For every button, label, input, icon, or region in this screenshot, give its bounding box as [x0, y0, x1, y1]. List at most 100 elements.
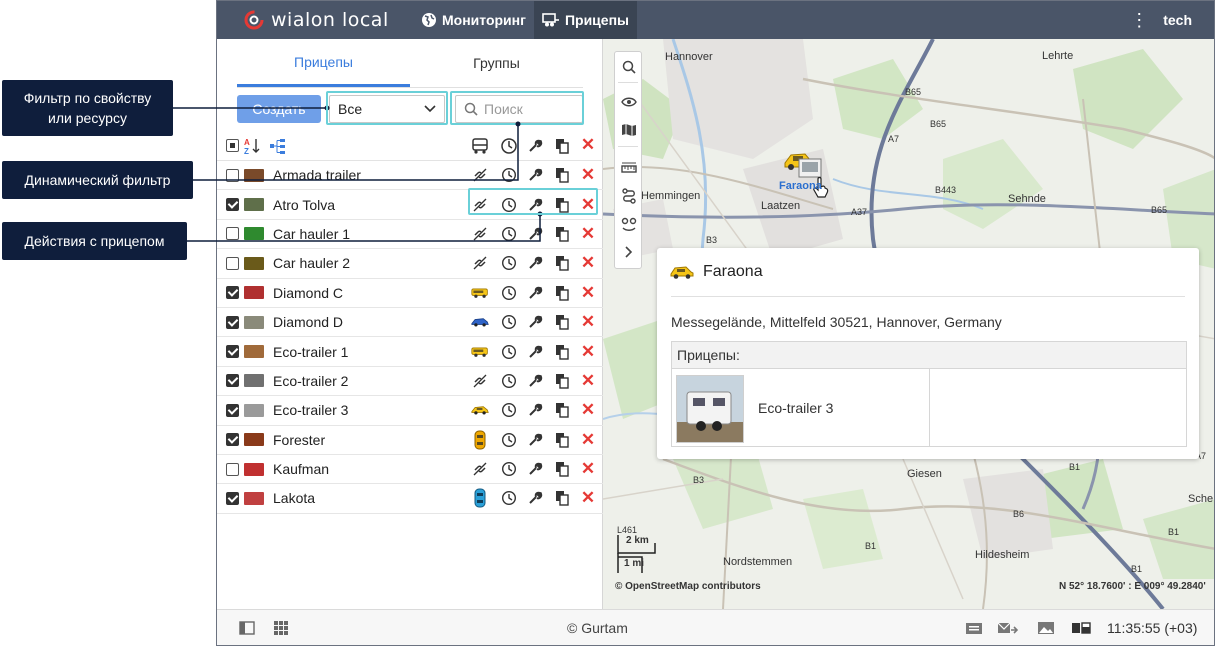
trailer-name[interactable]: Kaufman	[273, 461, 329, 477]
trailer-checkbox[interactable]	[226, 256, 239, 270]
trailer-checkbox[interactable]	[226, 374, 239, 388]
map-visibility-button[interactable]	[619, 92, 639, 112]
delete-icon[interactable]: ✕	[579, 195, 597, 214]
group-tree-icon[interactable]	[269, 137, 287, 155]
trailer-name[interactable]: Eco-trailer 1	[273, 344, 348, 360]
delete-icon[interactable]: ✕	[579, 459, 597, 478]
trailer-row[interactable]: Armada trailer ✕	[217, 161, 603, 191]
copy-icon[interactable]	[553, 401, 571, 419]
delete-icon[interactable]: ✕	[579, 371, 597, 390]
toggle-panel-icon[interactable]	[239, 620, 255, 636]
unit-column-icon[interactable]	[471, 137, 489, 155]
trailer-name[interactable]: Atro Tolva	[273, 197, 335, 213]
trailer-row[interactable]: Diamond C ✕	[217, 279, 603, 308]
settings-icon[interactable]	[526, 196, 544, 214]
trailer-checkbox[interactable]	[226, 315, 239, 329]
copy-icon[interactable]	[553, 166, 571, 184]
settings-icon[interactable]	[526, 401, 544, 419]
tab-trailers[interactable]: Прицепы	[237, 39, 410, 87]
history-icon[interactable]	[500, 284, 518, 302]
settings-icon[interactable]	[526, 166, 544, 184]
settings-icon[interactable]	[526, 225, 544, 243]
apps-grid-icon[interactable]	[273, 620, 289, 636]
search-input[interactable]	[484, 101, 580, 117]
delete-icon[interactable]: ✕	[579, 342, 597, 361]
tab-groups[interactable]: Группы	[410, 39, 583, 87]
nav-monitoring[interactable]: Мониторинг	[413, 1, 534, 39]
settings-icon[interactable]	[526, 489, 544, 507]
copy-icon[interactable]	[553, 489, 571, 507]
linked-unit-icon[interactable]	[471, 430, 489, 450]
messages-icon[interactable]	[997, 620, 1019, 636]
copy-icon[interactable]	[553, 196, 571, 214]
delete-icon[interactable]: ✕	[579, 283, 597, 302]
history-icon[interactable]	[500, 196, 518, 214]
map-geofences-button[interactable]	[619, 214, 639, 234]
trailer-checkbox[interactable]	[226, 491, 239, 505]
history-icon[interactable]	[500, 343, 518, 361]
delete-icon[interactable]: ✕	[579, 224, 597, 243]
map-attribution[interactable]: © OpenStreetMap contributors	[615, 581, 761, 592]
linked-unit-icon[interactable]	[471, 488, 489, 508]
map-area[interactable]: Hannover Lehrte Hemmingen Laatzen Sehnde…	[603, 39, 1214, 609]
trailer-row[interactable]: Atro Tolva ✕	[217, 190, 603, 220]
unlinked-unit-icon[interactable]	[471, 254, 489, 272]
copy-column-icon[interactable]	[553, 137, 571, 155]
copy-icon[interactable]	[553, 460, 571, 478]
history-icon[interactable]	[500, 401, 518, 419]
copy-icon[interactable]	[553, 225, 571, 243]
settings-icon[interactable]	[526, 284, 544, 302]
map-layers-button[interactable]	[619, 120, 639, 140]
copy-icon[interactable]	[553, 343, 571, 361]
copy-icon[interactable]	[553, 254, 571, 272]
history-icon[interactable]	[500, 460, 518, 478]
trailer-name[interactable]: Forester	[273, 432, 325, 448]
unlinked-unit-icon[interactable]	[471, 166, 489, 184]
delete-icon[interactable]: ✕	[579, 312, 597, 331]
copy-icon[interactable]	[553, 313, 571, 331]
copy-icon[interactable]	[553, 372, 571, 390]
settings-icon[interactable]	[526, 254, 544, 272]
copy-icon[interactable]	[553, 431, 571, 449]
linked-unit-icon[interactable]	[471, 401, 489, 419]
linked-unit-icon[interactable]	[471, 313, 489, 331]
trailer-name[interactable]: Car hauler 1	[273, 226, 350, 242]
unlinked-unit-icon[interactable]	[471, 225, 489, 243]
image-icon[interactable]	[1037, 620, 1055, 636]
settings-icon[interactable]	[526, 372, 544, 390]
trailer-checkbox[interactable]	[226, 198, 239, 212]
settings-icon[interactable]	[526, 431, 544, 449]
trailer-checkbox[interactable]	[226, 227, 239, 241]
delete-icon[interactable]: ✕	[579, 253, 597, 272]
history-icon[interactable]	[500, 225, 518, 243]
trailer-name[interactable]: Car hauler 2	[273, 255, 350, 271]
trailer-name[interactable]: Diamond C	[273, 285, 343, 301]
history-icon[interactable]	[500, 313, 518, 331]
layout-icon[interactable]	[1071, 620, 1091, 636]
trailer-row[interactable]: Lakota ✕	[217, 484, 603, 514]
trailer-checkbox[interactable]	[226, 462, 239, 476]
unlinked-unit-icon[interactable]	[471, 372, 489, 390]
trailer-row[interactable]: Eco-trailer 3 ✕	[217, 396, 603, 426]
delete-icon[interactable]: ✕	[579, 165, 597, 184]
kebab-menu-icon[interactable]: ⋮	[1127, 10, 1151, 31]
trailer-name[interactable]: Eco-trailer 3	[273, 402, 348, 418]
trailer-name[interactable]: Eco-trailer 2	[273, 373, 348, 389]
unlinked-unit-icon[interactable]	[471, 460, 489, 478]
trailer-row[interactable]: Car hauler 2 ✕	[217, 249, 603, 279]
history-icon[interactable]	[500, 489, 518, 507]
map-ruler-button[interactable]	[619, 158, 639, 178]
trailer-checkbox[interactable]	[226, 433, 239, 447]
history-icon[interactable]	[500, 254, 518, 272]
create-button[interactable]: Создать	[237, 95, 321, 123]
property-filter-select[interactable]: Все	[329, 95, 445, 123]
trailer-row[interactable]: Diamond D ✕	[217, 308, 603, 338]
trailer-name[interactable]: Lakota	[273, 490, 315, 506]
delete-icon[interactable]: ✕	[579, 400, 597, 419]
settings-column-icon[interactable]	[526, 137, 544, 155]
settings-icon[interactable]	[526, 313, 544, 331]
trailer-row[interactable]: Car hauler 1 ✕	[217, 220, 603, 250]
trailer-checkbox[interactable]	[226, 286, 239, 300]
settings-icon[interactable]	[526, 460, 544, 478]
settings-icon[interactable]	[526, 343, 544, 361]
